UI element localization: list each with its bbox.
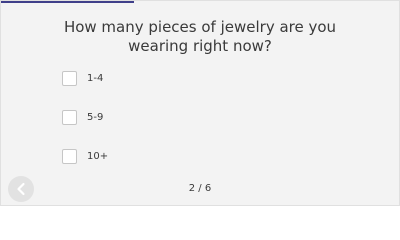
option-10-plus[interactable]: 10+ — [62, 147, 108, 165]
option-label: 10+ — [87, 150, 109, 162]
progress-bar — [1, 1, 399, 3]
progress-bar-fill — [1, 1, 134, 3]
answer-options: 1-4 5-9 10+ — [62, 69, 108, 186]
question-text: How many pieces of jewelry are you weari… — [63, 18, 337, 55]
option-label: 5-9 — [87, 111, 104, 123]
survey-card: How many pieces of jewelry are you weari… — [0, 0, 400, 206]
checkbox[interactable] — [62, 70, 77, 86]
checkbox[interactable] — [62, 109, 77, 125]
checkbox[interactable] — [62, 148, 77, 164]
option-5-9[interactable]: 5-9 — [62, 108, 108, 126]
option-label: 1-4 — [87, 72, 104, 84]
page-indicator: 2 / 6 — [188, 183, 212, 194]
option-1-4[interactable]: 1-4 — [62, 69, 108, 87]
